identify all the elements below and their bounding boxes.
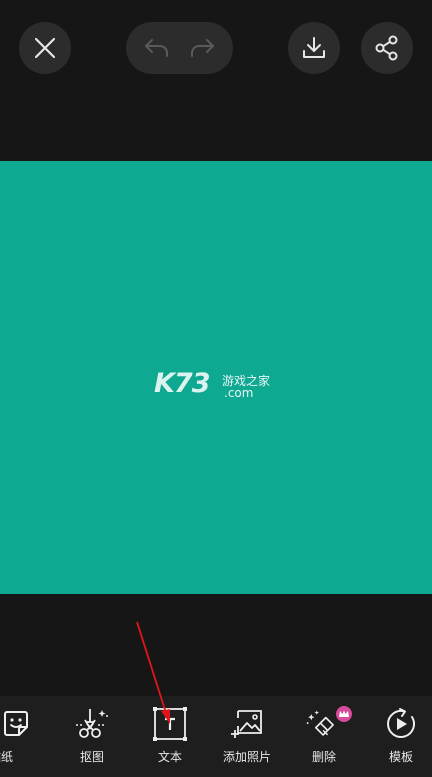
toolbar-item-label: 删除 — [311, 750, 336, 764]
toolbar-item-label: 贴纸 — [0, 750, 14, 764]
close-icon — [34, 37, 56, 59]
text-icon — [153, 707, 187, 741]
undo-button[interactable] — [142, 36, 172, 60]
watermark: K73 游戏之家 .com — [154, 368, 284, 404]
download-button[interactable] — [288, 22, 340, 74]
toolbar-item-label: 文本 — [157, 750, 182, 764]
watermark-domain: .com — [224, 386, 254, 400]
toolbar-item-text[interactable]: 文本 — [140, 696, 200, 777]
toolbar-item-label: 添加照片 — [222, 750, 271, 764]
toolbar-item-add-photo[interactable]: 添加照片 — [217, 696, 277, 777]
undo-icon — [144, 39, 168, 57]
crown-icon — [339, 710, 349, 717]
toolbar-item-template[interactable]: 模板 — [371, 696, 431, 777]
redo-icon — [191, 39, 215, 57]
toolbar-item-label: 抠图 — [79, 750, 104, 764]
share-icon — [375, 35, 398, 61]
toolbar-item-cutout[interactable]: 抠图 — [62, 696, 122, 777]
toolbar-item-eraser[interactable]: 删除 — [294, 696, 354, 777]
redo-button[interactable] — [187, 36, 217, 60]
cutout-icon — [76, 709, 108, 738]
toolbar-item-sticker[interactable]: 贴纸 — [0, 696, 46, 777]
share-button[interactable] — [361, 22, 413, 74]
add-photo-icon — [231, 710, 262, 738]
close-button[interactable] — [19, 22, 71, 74]
undo-redo-group — [126, 22, 233, 74]
watermark-brand: K73 — [154, 368, 210, 399]
template-icon — [387, 708, 415, 738]
bottom-toolbar: 贴纸 抠图 — [0, 696, 432, 777]
sticker-icon — [4, 711, 28, 736]
toolbar-item-label: 模板 — [388, 750, 413, 764]
premium-badge — [336, 706, 352, 722]
download-icon — [303, 37, 325, 58]
